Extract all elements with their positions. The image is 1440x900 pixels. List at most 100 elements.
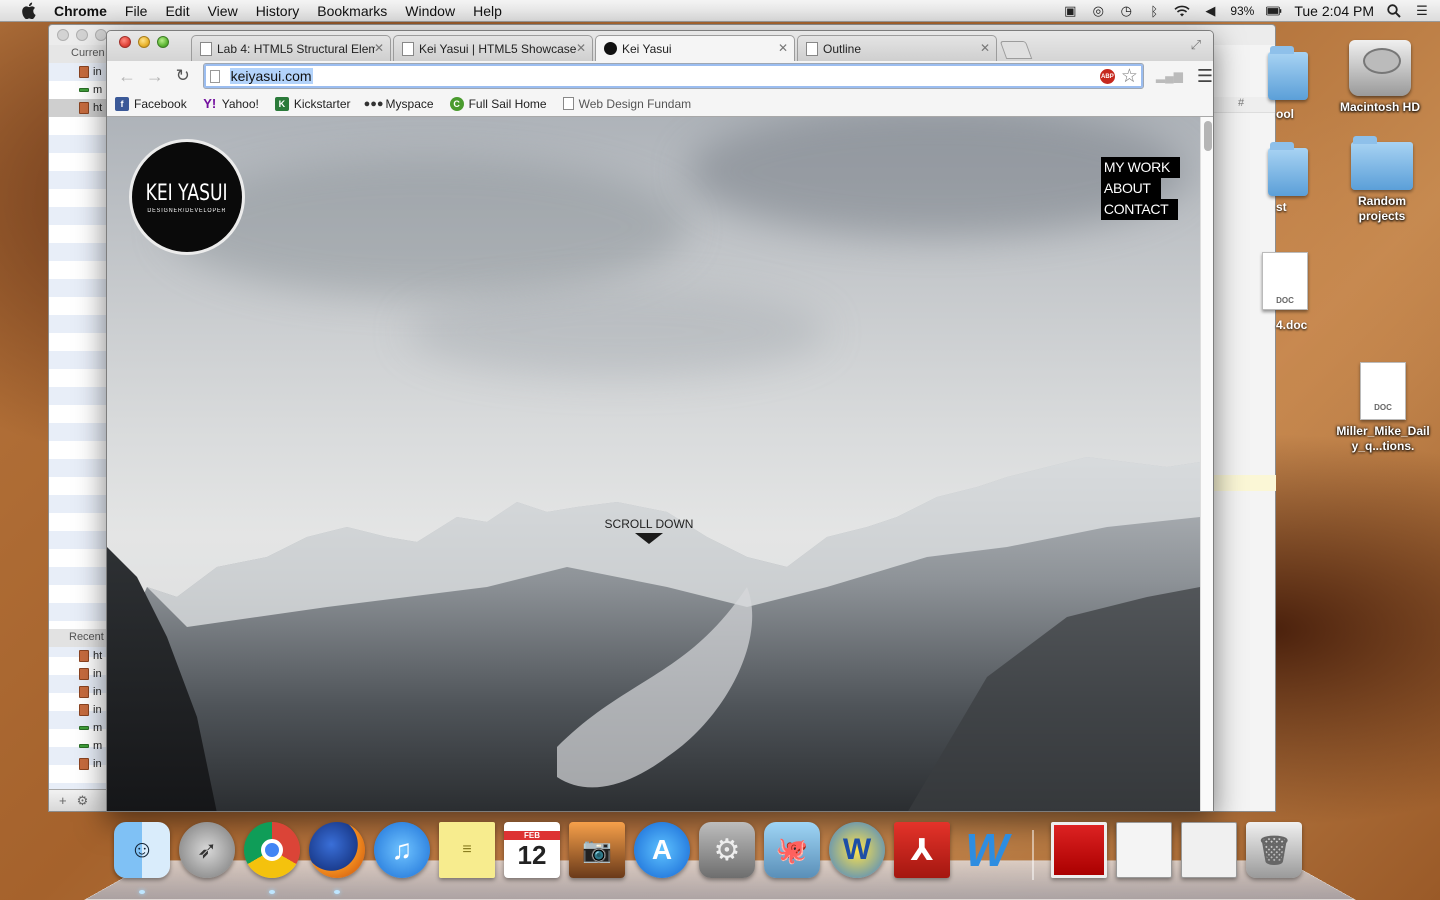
bookmark-facebook[interactable]: f Facebook	[115, 96, 187, 111]
url-text[interactable]: keiyasui.com	[229, 68, 313, 84]
menu-history[interactable]: History	[247, 3, 309, 19]
dock-github[interactable]: 🐙	[762, 820, 822, 880]
dock-itunes[interactable]: ♫	[372, 820, 432, 880]
time-machine-icon[interactable]: ◷	[1118, 3, 1134, 19]
bookmark-web-design[interactable]: Web Design Fundam	[562, 97, 691, 111]
menu-edit[interactable]: Edit	[156, 3, 198, 19]
zoom-button[interactable]	[157, 36, 169, 48]
dock-stickies[interactable]: ≡	[437, 820, 497, 880]
desktop-icon-random-projects[interactable]: Random projects	[1336, 136, 1428, 224]
dock-minimized-window[interactable]	[1114, 820, 1174, 880]
dock-system-preferences[interactable]: ⚙	[697, 820, 757, 880]
scrollbar-thumb[interactable]	[1204, 121, 1212, 151]
dock-word[interactable]: W	[957, 820, 1017, 880]
new-tab-button[interactable]	[999, 41, 1033, 59]
bookmark-star-icon[interactable]: ☆	[1121, 65, 1138, 88]
gear-icon[interactable]: ⚙	[77, 793, 89, 809]
desktop-icon-label: Random projects	[1358, 194, 1406, 223]
dock-app-store[interactable]: A	[632, 820, 692, 880]
clock[interactable]: Tue 2:04 PM	[1294, 3, 1374, 19]
apple-menu-icon[interactable]	[18, 1, 38, 21]
menu-help[interactable]: Help	[464, 3, 511, 19]
chrome-menu-icon[interactable]: ☰	[1197, 66, 1213, 87]
bookmark-yahoo[interactable]: Y! Yahoo!	[203, 96, 259, 111]
tab-kei-yasui[interactable]: Kei Yasui ✕	[595, 35, 795, 61]
back-arrow-icon[interactable]: ←	[115, 64, 139, 88]
notification-center-icon[interactable]: ☰	[1414, 3, 1430, 19]
recent-file-row[interactable]: in	[49, 701, 107, 719]
dock-firefox[interactable]	[307, 820, 367, 894]
nav-about[interactable]: ABOUT	[1100, 178, 1161, 199]
partial-document-icon[interactable]: DOC	[1262, 252, 1308, 310]
site-logo[interactable]: KEI YASUI DESIGNER/DEVELOPER	[129, 139, 245, 255]
desktop-icon-doc-file[interactable]: DOC Miller_Mike_Daily_q...tions.	[1336, 362, 1430, 454]
tab-lab4[interactable]: Lab 4: HTML5 Structural Elem ✕	[191, 35, 391, 61]
dock-iphoto[interactable]: 📷	[567, 820, 627, 880]
desktop-icon-macintosh-hd[interactable]: Macintosh HD	[1330, 40, 1430, 115]
menu-file[interactable]: File	[116, 3, 157, 19]
close-icon[interactable]: ✕	[374, 41, 384, 55]
tab-html5-showcase[interactable]: Kei Yasui | HTML5 Showcase ✕	[393, 35, 593, 61]
dock-minimized-window[interactable]	[1049, 820, 1109, 880]
finder-minimize-button[interactable]	[76, 29, 88, 41]
tab-outline[interactable]: Outline ✕	[797, 35, 997, 61]
menu-view[interactable]: View	[199, 3, 247, 19]
forward-arrow-icon[interactable]: →	[143, 64, 167, 88]
close-button[interactable]	[119, 36, 131, 48]
close-icon[interactable]: ✕	[778, 41, 788, 55]
scroll-down-indicator[interactable]: SCROLL DOWN	[603, 517, 695, 544]
finder-close-button[interactable]	[57, 29, 69, 41]
column-header[interactable]: #	[1214, 97, 1275, 113]
chrome-window[interactable]: Lab 4: HTML5 Structural Elem ✕ Kei Yasui…	[106, 30, 1214, 812]
battery-percent[interactable]: 93%	[1230, 4, 1254, 18]
adblock-icon[interactable]: ABP	[1099, 69, 1115, 84]
bookmark-full-sail[interactable]: C Full Sail Home	[449, 96, 547, 111]
tab-strip[interactable]: Lab 4: HTML5 Structural Elem ✕ Kei Yasui…	[107, 31, 1213, 61]
extension-bars-icon[interactable]: ▂▄▆	[1156, 69, 1183, 83]
close-icon[interactable]: ✕	[980, 41, 990, 55]
nav-my-work[interactable]: MY WORK	[1100, 157, 1180, 178]
partial-folder-icon[interactable]	[1268, 142, 1308, 196]
add-button[interactable]: +	[59, 793, 67, 808]
bookmark-myspace[interactable]: ●●● Myspace	[364, 97, 434, 111]
fullscreen-icon[interactable]: ⤢	[1191, 37, 1201, 53]
battery-icon[interactable]	[1266, 3, 1282, 19]
menu-window[interactable]: Window	[396, 3, 464, 19]
recent-file-row[interactable]: m	[49, 719, 107, 737]
reload-icon[interactable]: ↻	[171, 64, 195, 88]
dock-downloads-stack[interactable]	[1179, 820, 1239, 880]
partial-folder-icon[interactable]	[1268, 46, 1308, 100]
recent-file-row[interactable]: in	[49, 665, 107, 683]
sidebar-file-row[interactable]: in	[49, 63, 106, 81]
github-icon: 🐙	[764, 822, 820, 878]
close-icon[interactable]: ✕	[576, 41, 586, 55]
web-page-viewport[interactable]: KEI YASUI DESIGNER/DEVELOPER MY WORK ABO…	[107, 117, 1200, 811]
recent-file-row[interactable]: in	[49, 683, 107, 701]
page-scrollbar[interactable]	[1200, 117, 1213, 811]
address-bar[interactable]: keiyasui.com ABP ☆	[202, 63, 1144, 89]
recent-file-row[interactable]: ht	[49, 647, 107, 665]
nav-contact[interactable]: CONTACT	[1100, 199, 1179, 220]
dock-trash[interactable]: 🗑	[1244, 820, 1304, 880]
volume-icon[interactable]: ◀	[1202, 3, 1218, 19]
file-label: m	[93, 722, 103, 734]
dock-acrobat[interactable]: ⅄	[892, 820, 952, 880]
sync-status-icon[interactable]: ◎	[1090, 3, 1106, 19]
recent-file-row[interactable]: in	[49, 755, 107, 773]
dock-launchpad[interactable]: ➶	[177, 820, 237, 880]
wifi-icon[interactable]	[1174, 3, 1190, 19]
minimize-button[interactable]	[138, 36, 150, 48]
recent-file-row[interactable]: m	[49, 737, 107, 755]
contacts-status-icon[interactable]: ▣	[1062, 3, 1078, 19]
spotlight-search-icon[interactable]	[1386, 3, 1402, 19]
bookmark-kickstarter[interactable]: K Kickstarter	[274, 96, 351, 111]
dock-fetch[interactable]: W	[827, 820, 887, 880]
menu-bookmarks[interactable]: Bookmarks	[308, 3, 396, 19]
sidebar-file-row[interactable]: ht	[49, 99, 106, 117]
sidebar-file-row[interactable]: m	[49, 81, 106, 99]
bluetooth-icon[interactable]: ᛒ	[1146, 3, 1162, 19]
dock-finder[interactable]: ☺	[112, 820, 172, 894]
dock-calendar[interactable]: FEB 12	[502, 820, 562, 880]
dock-chrome[interactable]	[242, 820, 302, 894]
menu-app-name[interactable]: Chrome	[54, 3, 116, 19]
